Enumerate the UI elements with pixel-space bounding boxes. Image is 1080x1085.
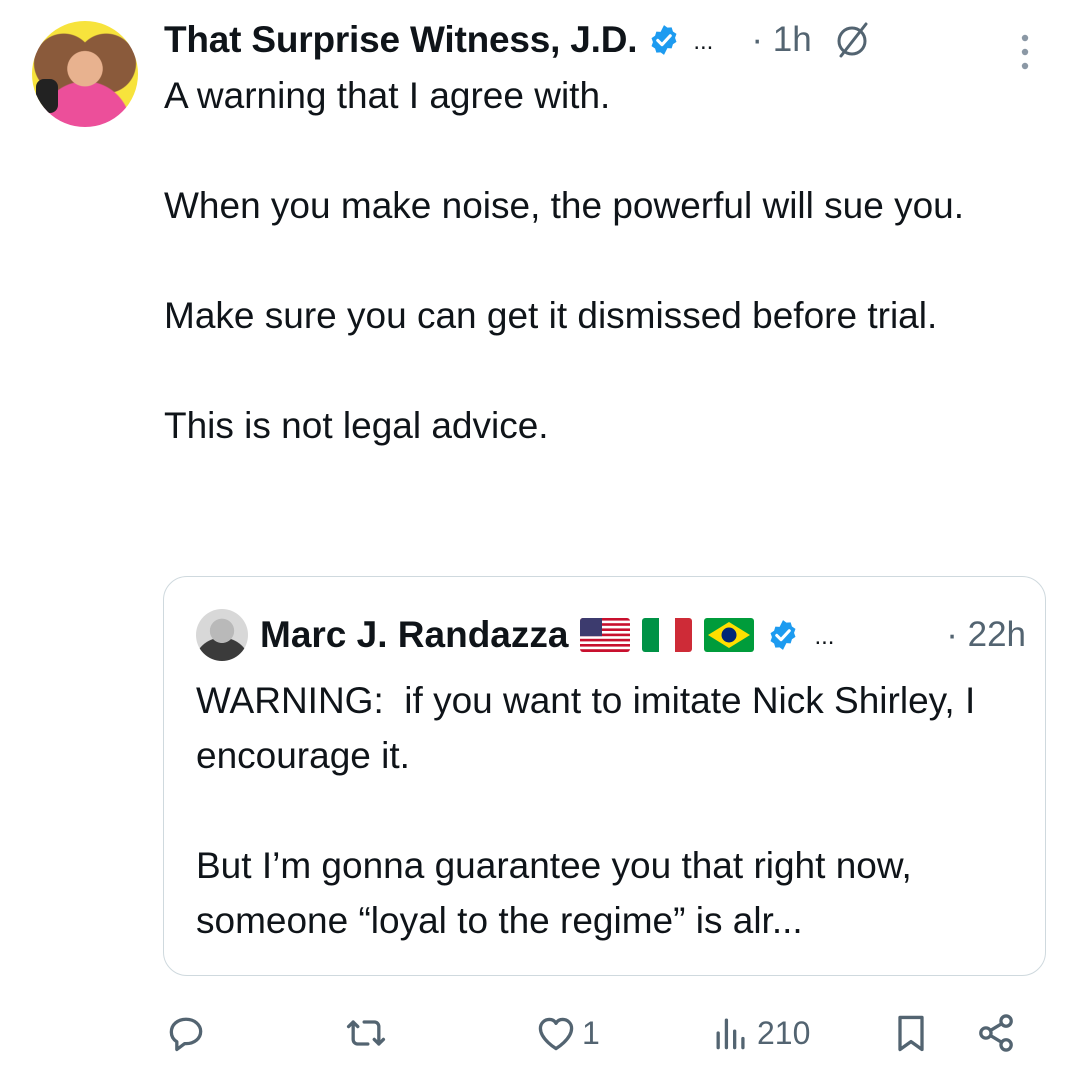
like-button[interactable]: 1 [534, 1003, 600, 1063]
italy-flag-icon [642, 618, 693, 652]
quoted-verified-badge-icon [770, 620, 796, 650]
quoted-name-truncation-ellipsis: ... [814, 623, 835, 650]
quoted-tweet-text: WARNING: if you want to imitate Nick Shi… [196, 680, 976, 941]
views-count: 210 [757, 1014, 811, 1051]
tweet-timestamp[interactable]: · 1h [751, 20, 811, 60]
bookmark-icon [898, 1015, 924, 1052]
brazil-flag-icon [704, 618, 755, 652]
name-truncation-ellipsis: ... [693, 28, 714, 55]
us-flag-icon [580, 618, 631, 652]
verified-badge-icon [651, 25, 677, 55]
quoted-tweet-header: Marc J. Randazza ... · 22h [196, 607, 1026, 663]
more-options-icon[interactable] [1020, 32, 1030, 72]
tweet-action-bar: 1 210 [164, 1003, 1034, 1063]
heart-icon [538, 1017, 574, 1051]
quoted-tweet[interactable]: Marc J. Randazza ... · 22h WARNING: if y… [163, 576, 1046, 976]
quoted-author-avatar [196, 609, 248, 661]
author-avatar[interactable] [32, 21, 138, 127]
tweet-header: That Surprise Witness, J.D. ... · 1h [164, 14, 1044, 70]
tweet-text: A warning that I agree with. When you ma… [164, 75, 965, 446]
grok-icon[interactable] [832, 20, 872, 60]
share-icon [979, 1014, 1013, 1052]
repost-icon [346, 1020, 386, 1046]
quoted-author-display-name: Marc J. Randazza [260, 614, 569, 655]
like-count: 1 [582, 1014, 600, 1051]
bookmark-button[interactable] [889, 1003, 933, 1063]
repost-button[interactable] [344, 1003, 392, 1063]
quoted-tweet-timestamp: · 22h [946, 615, 1026, 654]
views-chart-icon [716, 1018, 745, 1050]
microphone-shape [36, 79, 58, 113]
share-button[interactable] [974, 1003, 1018, 1063]
reply-icon [169, 1017, 203, 1052]
author-display-name[interactable]: That Surprise Witness, J.D. [164, 19, 638, 61]
views-button[interactable]: 210 [709, 1003, 810, 1063]
reply-button[interactable] [164, 1003, 212, 1063]
